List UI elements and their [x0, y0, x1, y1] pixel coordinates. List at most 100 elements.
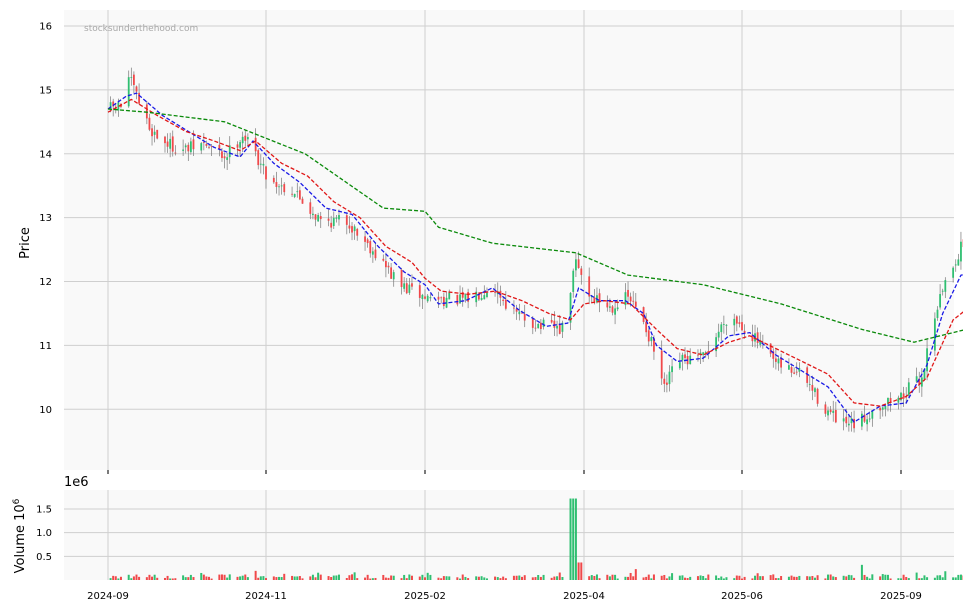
candle-body	[364, 236, 366, 242]
candle-body	[262, 163, 265, 166]
volume-bar	[868, 578, 871, 580]
candle-body	[174, 152, 177, 154]
candle-body	[681, 354, 684, 361]
candle-body	[720, 324, 723, 333]
x-tick-label: 2025-02	[404, 591, 446, 602]
volume-bar	[461, 574, 464, 580]
candle-body	[614, 308, 616, 315]
candle-body	[265, 166, 267, 180]
candle-body	[464, 294, 467, 300]
candle-body	[426, 295, 429, 302]
volume-bar	[459, 578, 462, 580]
volume-bar	[574, 498, 577, 580]
candle-body	[392, 272, 395, 280]
candle-body	[697, 354, 699, 356]
candle-body	[629, 296, 632, 302]
volume-bar	[518, 575, 521, 580]
volume-bar	[553, 576, 556, 580]
volume-bar	[278, 576, 281, 580]
volume-bar	[707, 574, 710, 580]
volume-bar	[665, 578, 668, 580]
candle-body	[283, 184, 286, 193]
candle-body	[353, 226, 356, 232]
volume-bar	[647, 574, 650, 580]
candle-body	[480, 297, 483, 300]
volume-bar	[418, 576, 421, 580]
volume-bar	[437, 577, 440, 580]
volume-bar	[174, 578, 177, 580]
candle-body	[166, 141, 169, 147]
volume-bar	[257, 577, 260, 580]
candle-body	[845, 416, 848, 424]
x-tick-label: 2024-11	[245, 591, 287, 602]
candle-body	[774, 358, 777, 362]
volume-bar	[902, 574, 905, 580]
volume-bar	[403, 574, 406, 580]
volume-bar	[330, 576, 333, 580]
candle-body	[293, 193, 296, 197]
candle-body	[151, 128, 153, 137]
candle-body	[338, 215, 340, 220]
volume-bar	[845, 576, 848, 580]
volume-y-ticks: 0.5 1.0 1.5	[36, 504, 52, 562]
candle-body	[145, 104, 148, 119]
candle-body	[939, 294, 941, 308]
volume-bar	[936, 575, 939, 580]
volume-bar	[793, 576, 796, 580]
volume-bar	[166, 575, 169, 580]
volume-bar	[652, 574, 655, 580]
volume-bar	[356, 578, 359, 580]
candle-body	[684, 354, 686, 359]
volume-bar	[733, 578, 736, 580]
volume-bar	[241, 575, 244, 580]
candle-body	[335, 217, 338, 219]
volume-bar	[614, 574, 617, 580]
volume-bar	[477, 576, 480, 580]
volume-bar	[145, 577, 148, 580]
candle-body	[291, 193, 293, 195]
candle-body	[356, 228, 359, 236]
candle-body	[429, 297, 432, 299]
candle-body	[777, 358, 780, 364]
candle-body	[448, 292, 451, 300]
candle-body	[280, 185, 283, 187]
volume-bar	[182, 575, 185, 580]
volume-bar	[696, 576, 699, 580]
x-tick-label: 2025-06	[721, 591, 763, 602]
candle-body	[671, 366, 673, 373]
candle-body	[650, 337, 653, 342]
candle-body	[345, 215, 348, 225]
candle-body	[572, 270, 575, 292]
volume-bar	[787, 576, 790, 580]
volume-bar	[577, 562, 580, 580]
volume-bar	[127, 574, 130, 580]
volume-bar	[624, 576, 627, 580]
volume-bar	[795, 576, 798, 580]
candle-body	[550, 319, 553, 323]
volume-axis-label-exponent: 6	[12, 498, 22, 504]
candle-body	[153, 131, 156, 135]
candle-body	[915, 376, 918, 382]
candle-body	[171, 136, 174, 152]
volume-bar	[109, 578, 112, 580]
volume-bar	[759, 576, 762, 580]
volume-bar	[550, 577, 553, 580]
candle-body	[371, 251, 374, 255]
volume-bar	[515, 575, 518, 580]
volume-bar	[595, 574, 598, 580]
volume-bar	[153, 574, 156, 580]
volume-bar	[918, 578, 921, 580]
volume-bar	[806, 576, 809, 580]
volume-bar	[556, 576, 559, 580]
volume-bar	[371, 578, 374, 580]
candle-body	[257, 150, 260, 166]
candle-body	[421, 294, 424, 300]
candle-body	[418, 285, 421, 298]
volume-bar	[301, 578, 304, 580]
volume-bar	[531, 577, 534, 580]
candle-body	[351, 226, 353, 233]
candle-body	[319, 216, 322, 220]
volume-bar	[364, 577, 367, 580]
candle-body	[531, 318, 534, 328]
candle-body	[403, 283, 406, 289]
